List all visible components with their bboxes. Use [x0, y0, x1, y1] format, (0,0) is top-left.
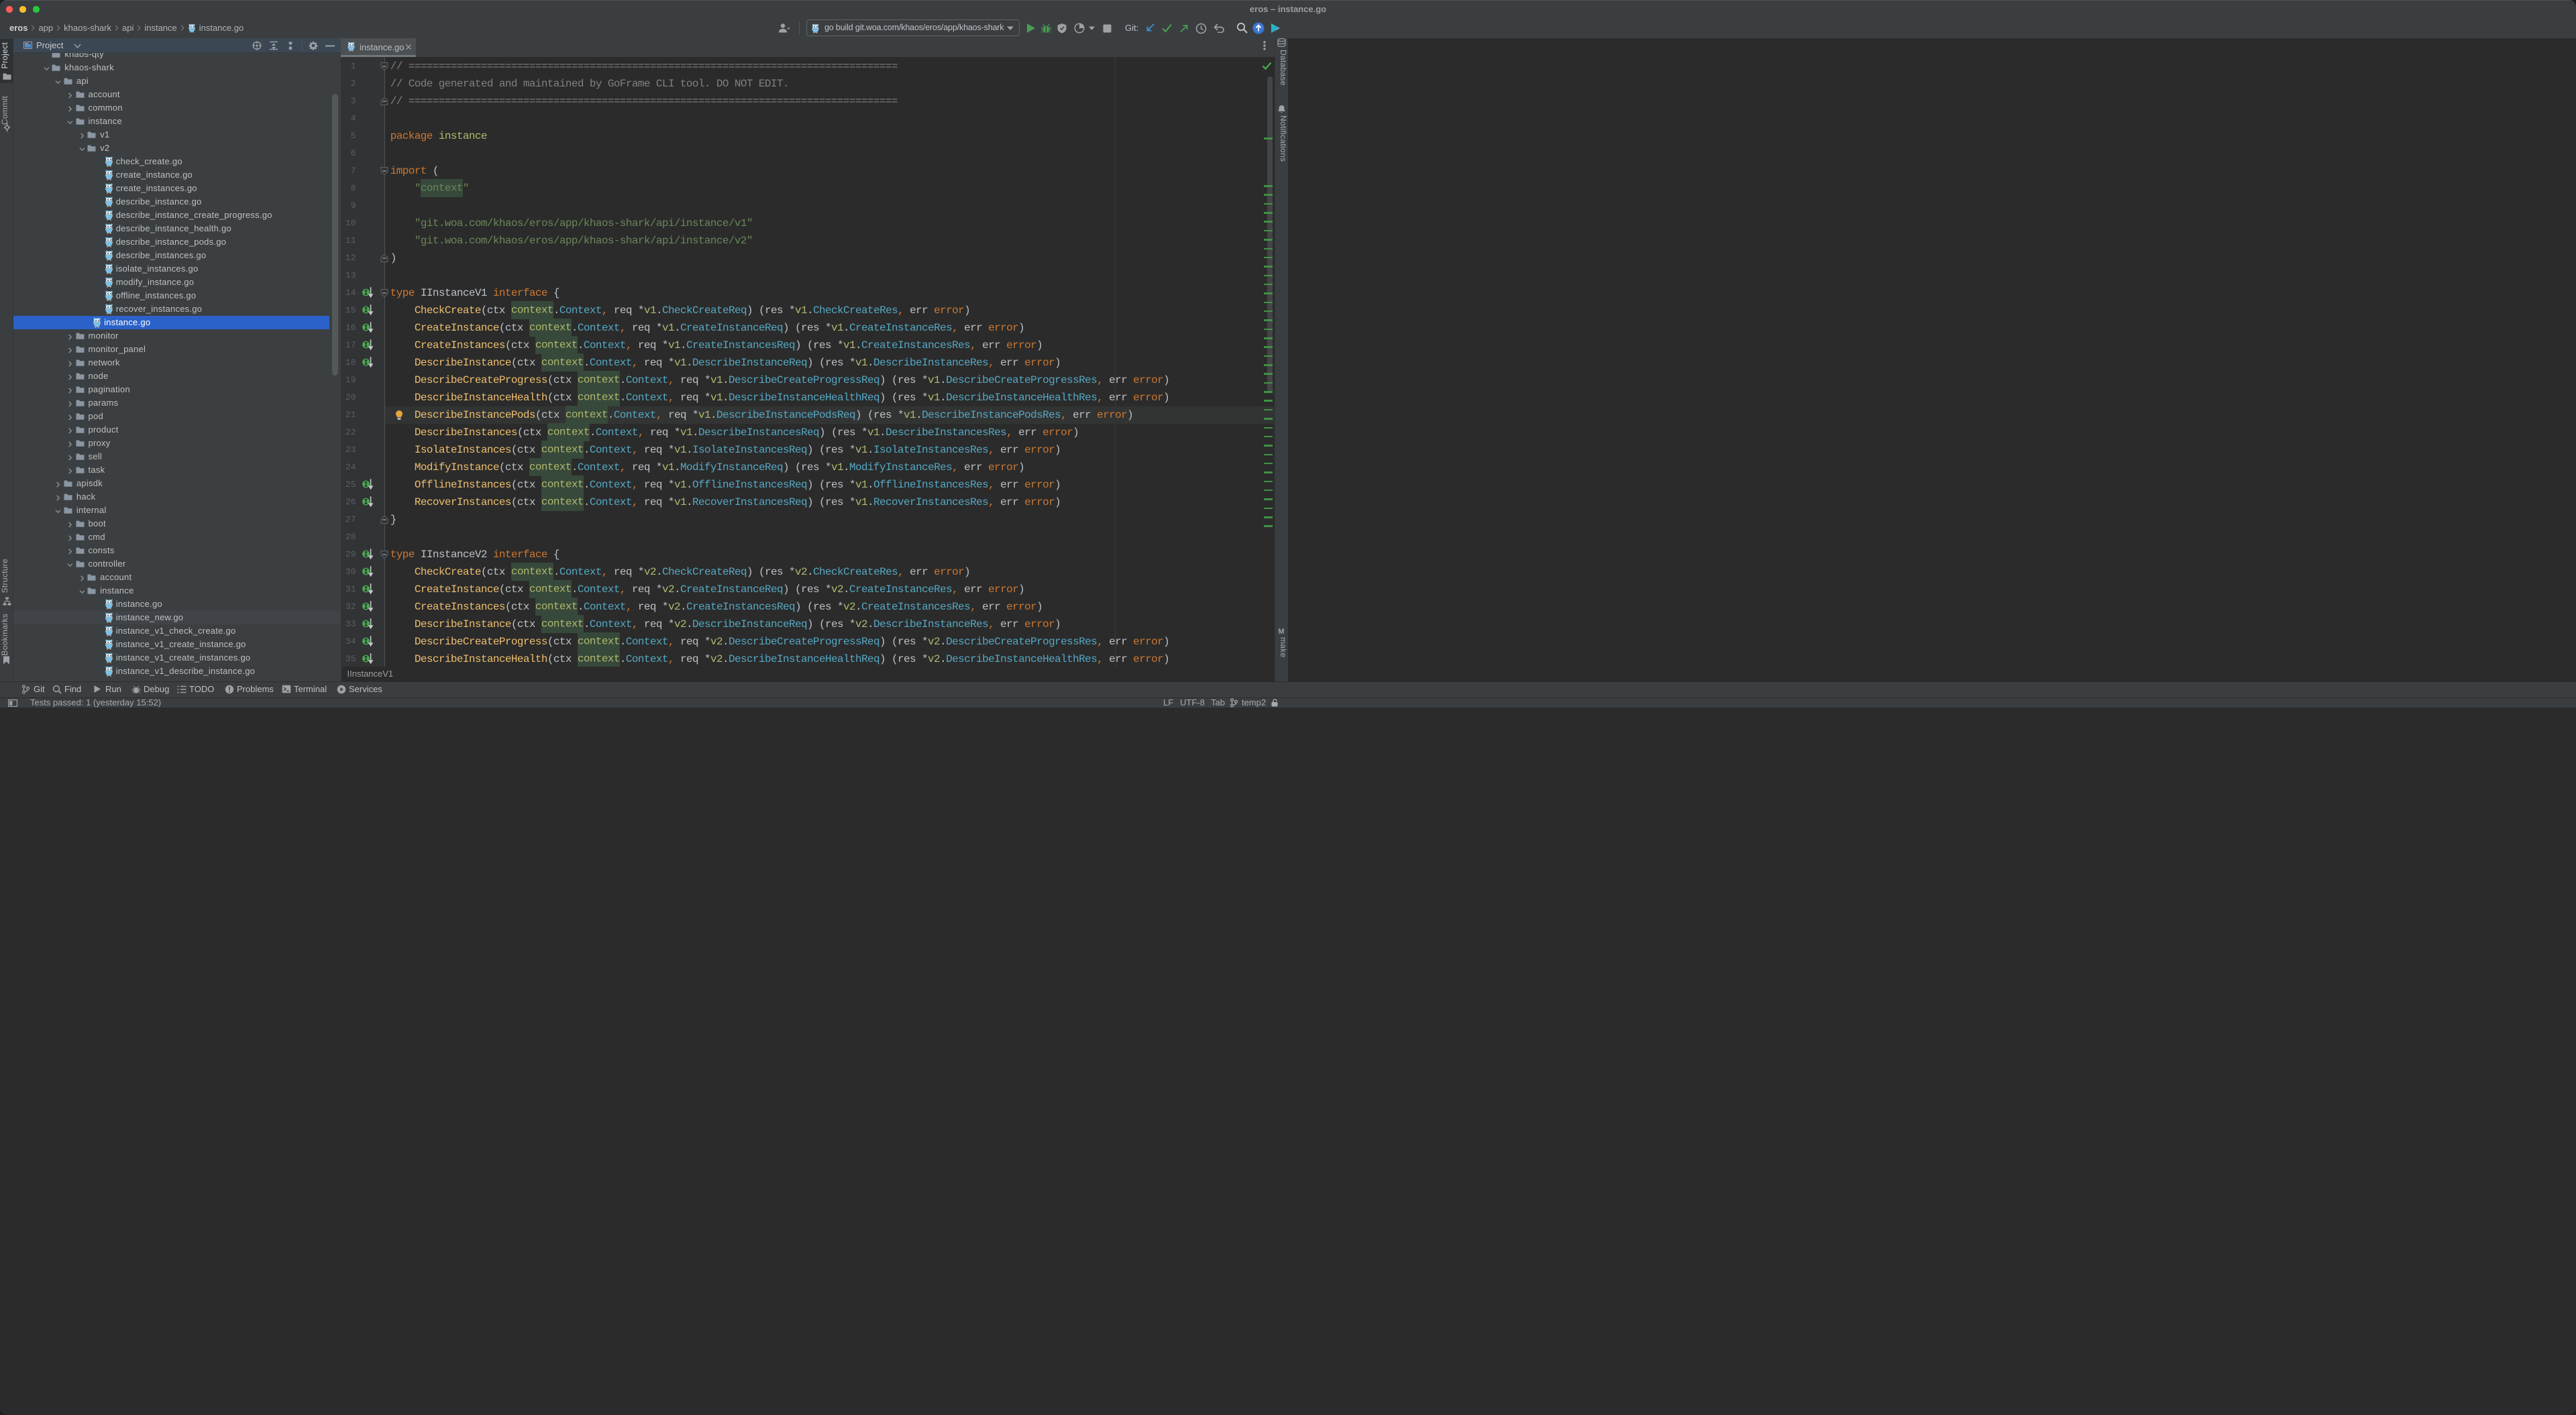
- svg-text:M: M: [1278, 628, 1284, 635]
